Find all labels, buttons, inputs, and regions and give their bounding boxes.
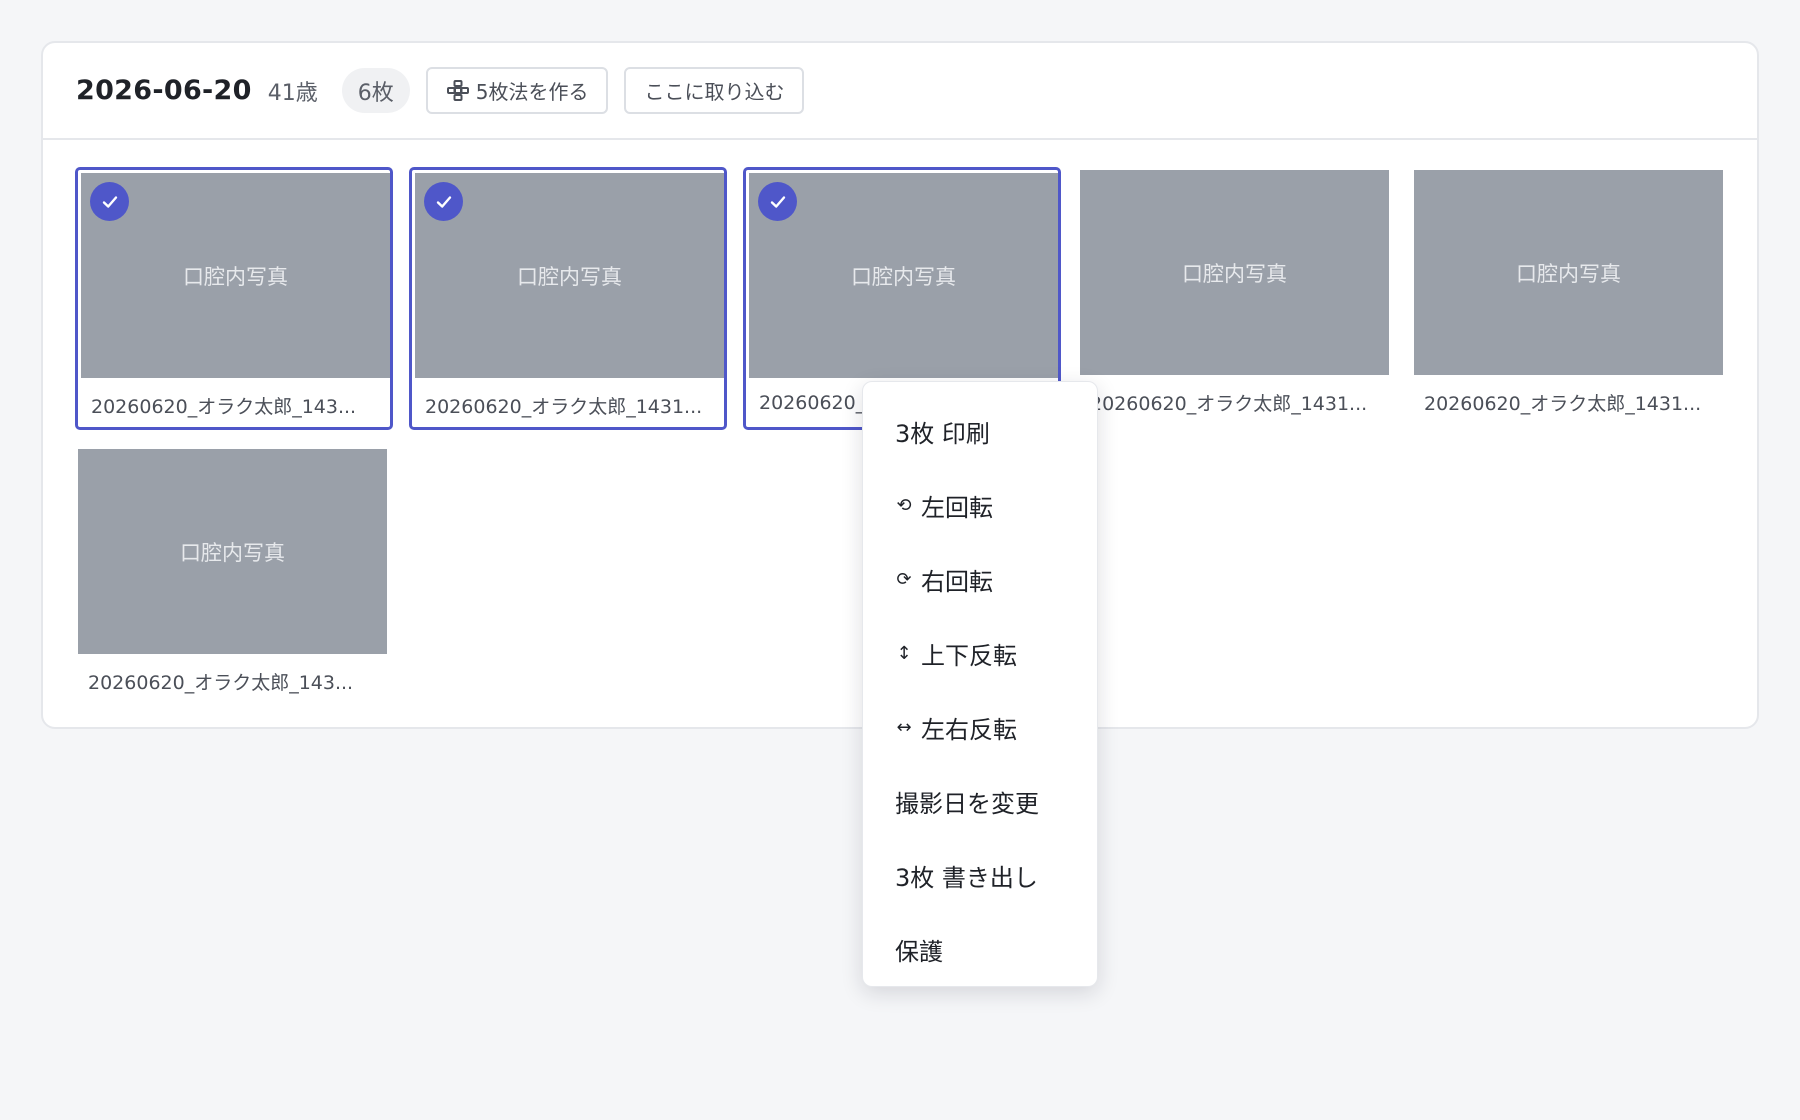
flip-horizontal-icon: ↔ <box>896 716 912 738</box>
menu-item-export[interactable]: 3枚 書き出し <box>863 838 1097 912</box>
photo-filename: 20260620_オラク太郎_143... <box>88 672 354 694</box>
layout-grid-icon <box>446 79 470 103</box>
photo-filename: 20260620_オラク太郎_1431... <box>425 396 703 418</box>
make-five-photo-set-button[interactable]: 5枚法を作る <box>425 67 609 114</box>
menu-item-label: 右回転 <box>921 567 993 596</box>
menu-item-label: 保護 <box>895 937 943 966</box>
menu-item-label: 左回転 <box>921 493 993 522</box>
photo-thumbnail[interactable]: 口腔内写真 20260620_オラク太郎_1431... <box>409 167 727 430</box>
photo-context-menu: 3枚 印刷 ⟲ 左回転 ⟳ 右回転 ↕ 上下反転 ↔ 左右反転 撮影日を変更 3… <box>862 381 1098 987</box>
date-group-header: 2026-06-20 41歳 6枚 5枚法を作る ここに取り込む <box>43 43 1757 140</box>
menu-item-flip-vertical[interactable]: ↕ 上下反転 <box>863 616 1097 690</box>
photo-count-badge: 6枚 <box>341 68 410 113</box>
menu-item-flip-horizontal[interactable]: ↔ 左右反転 <box>863 690 1097 764</box>
menu-item-change-capture-date[interactable]: 撮影日を変更 <box>863 764 1097 838</box>
menu-item-label: 撮影日を変更 <box>895 789 1039 818</box>
rotate-right-icon: ⟳ <box>896 568 912 590</box>
menu-item-label: 3枚 書き出し <box>895 863 1038 892</box>
photo-filename: 20260620_オラク太郎_1431... <box>1090 393 1368 415</box>
photo-placeholder: 口腔内写真 <box>78 449 387 654</box>
patient-age: 41歳 <box>267 80 318 106</box>
photo-placeholder: 口腔内写真 <box>1414 170 1723 375</box>
checkmark-icon[interactable] <box>90 182 129 221</box>
photo-filename: 20260620_オラク太郎_1431... <box>1424 393 1702 415</box>
make-five-photo-set-label: 5枚法を作る <box>475 80 589 104</box>
menu-item-print[interactable]: 3枚 印刷 <box>863 394 1097 468</box>
import-here-button[interactable]: ここに取り込む <box>624 67 805 114</box>
menu-item-protect[interactable]: 保護 <box>863 912 1097 986</box>
photo-placeholder: 口腔内写真 <box>1080 170 1389 375</box>
flip-vertical-icon: ↕ <box>896 642 912 664</box>
menu-item-rotate-left[interactable]: ⟲ 左回転 <box>863 468 1097 542</box>
group-date: 2026-06-20 <box>76 75 252 106</box>
menu-item-label: 上下反転 <box>921 641 1017 670</box>
checkmark-icon[interactable] <box>758 182 797 221</box>
menu-item-label: 3枚 印刷 <box>895 419 990 448</box>
rotate-left-icon: ⟲ <box>896 494 912 516</box>
photo-thumbnail[interactable]: 口腔内写真 20260620_オラク太郎_1431... <box>1077 167 1395 430</box>
menu-item-label: 左右反転 <box>921 715 1017 744</box>
photo-thumbnail[interactable]: 口腔内写真 20260620_オラク太郎_143... <box>75 446 393 709</box>
photo-thumbnail[interactable]: 口腔内写真 20260620_オラク太郎_143... <box>75 167 393 430</box>
photo-filename: 20260620_オラク太郎_143... <box>91 396 357 418</box>
menu-item-rotate-right[interactable]: ⟳ 右回転 <box>863 542 1097 616</box>
checkmark-icon[interactable] <box>424 182 463 221</box>
photo-thumbnail[interactable]: 口腔内写真 20260620_オラク太郎_1431... <box>1411 167 1729 430</box>
